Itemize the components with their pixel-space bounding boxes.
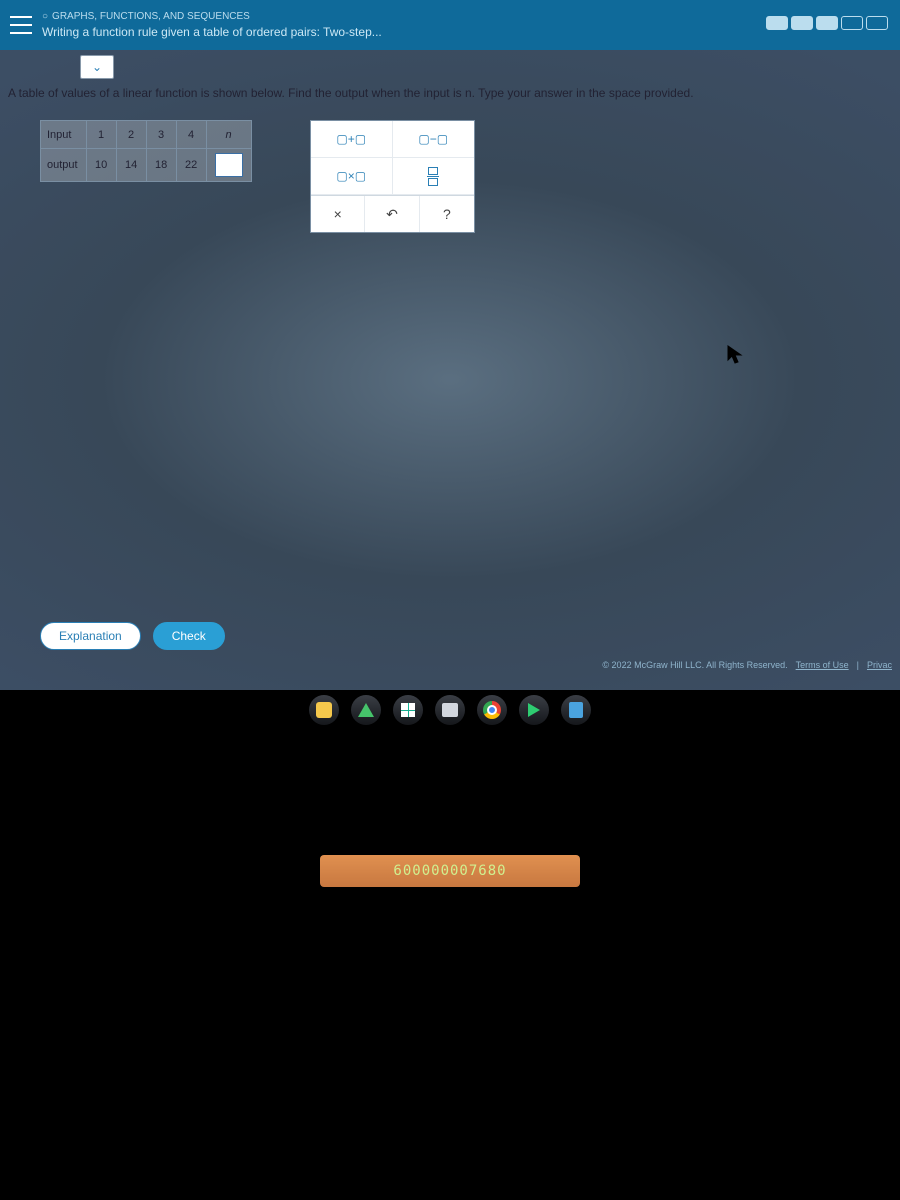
answer-cell[interactable] [206, 149, 251, 182]
keypad-fraction[interactable] [393, 158, 475, 194]
progress-segment [841, 16, 863, 30]
function-table: Input 1 2 3 4 n output 10 14 18 22 [40, 120, 252, 182]
taskbar-chrome-icon[interactable] [477, 695, 507, 725]
taskbar-play-icon[interactable] [519, 695, 549, 725]
menu-icon[interactable] [10, 16, 32, 34]
table-cell: 14 [116, 149, 146, 182]
instruction-text: A table of values of a linear function i… [8, 86, 892, 100]
keypad-undo[interactable]: ↶ [365, 196, 419, 232]
progress-segment [866, 16, 888, 30]
math-keypad: ▢+▢ ▢−▢ ▢×▢ × ↶ ? [310, 120, 475, 233]
chevron-down-icon: ⌄ [92, 60, 102, 74]
table-cell: n [206, 121, 251, 149]
keypad-minus[interactable]: ▢−▢ [393, 121, 475, 157]
category-marker-icon: ○ [42, 10, 48, 24]
terms-link[interactable]: Terms of Use [796, 660, 849, 670]
table-cell: 22 [176, 149, 206, 182]
keypad-clear[interactable]: × [311, 196, 365, 232]
question-dropdown[interactable]: ⌄ [80, 55, 114, 79]
fraction-icon [427, 167, 439, 186]
lesson-title: Writing a function rule given a table of… [42, 24, 382, 41]
table-row-label: output [41, 149, 87, 182]
answer-input[interactable] [215, 153, 243, 177]
copyright-text: © 2022 McGraw Hill LLC. All Rights Reser… [602, 660, 787, 670]
app-header: ○ GRAPHS, FUNCTIONS, AND SEQUENCES Writi… [0, 0, 900, 50]
footer-separator: | [857, 660, 859, 670]
table-cell: 2 [116, 121, 146, 149]
progress-segment [816, 16, 838, 30]
table-cell: 1 [86, 121, 116, 149]
keypad-help[interactable]: ? [420, 196, 474, 232]
table-row-label: Input [41, 121, 87, 149]
taskbar-files-icon[interactable] [435, 695, 465, 725]
cursor-icon [727, 345, 743, 365]
category-label: GRAPHS, FUNCTIONS, AND SEQUENCES [52, 10, 250, 24]
taskbar-drive-icon[interactable] [351, 695, 381, 725]
progress-indicator [766, 16, 888, 30]
table-cell: 3 [146, 121, 176, 149]
keypad-plus[interactable]: ▢+▢ [311, 121, 393, 157]
table-cell: 10 [86, 149, 116, 182]
check-button[interactable]: Check [153, 622, 225, 650]
taskbar-app-icon[interactable] [309, 695, 339, 725]
taskbar-grid-icon[interactable] [393, 695, 423, 725]
watermark-label: 600000007680 [320, 855, 580, 887]
os-taskbar [0, 690, 900, 730]
explanation-button[interactable]: Explanation [40, 622, 141, 650]
footer: © 2022 McGraw Hill LLC. All Rights Reser… [602, 660, 892, 670]
table-cell: 4 [176, 121, 206, 149]
table-cell: 18 [146, 149, 176, 182]
progress-segment [766, 16, 788, 30]
keypad-times[interactable]: ▢×▢ [311, 158, 393, 194]
progress-segment [791, 16, 813, 30]
privacy-link[interactable]: Privac [867, 660, 892, 670]
header-text: ○ GRAPHS, FUNCTIONS, AND SEQUENCES Writi… [42, 10, 382, 41]
taskbar-note-icon[interactable] [561, 695, 591, 725]
